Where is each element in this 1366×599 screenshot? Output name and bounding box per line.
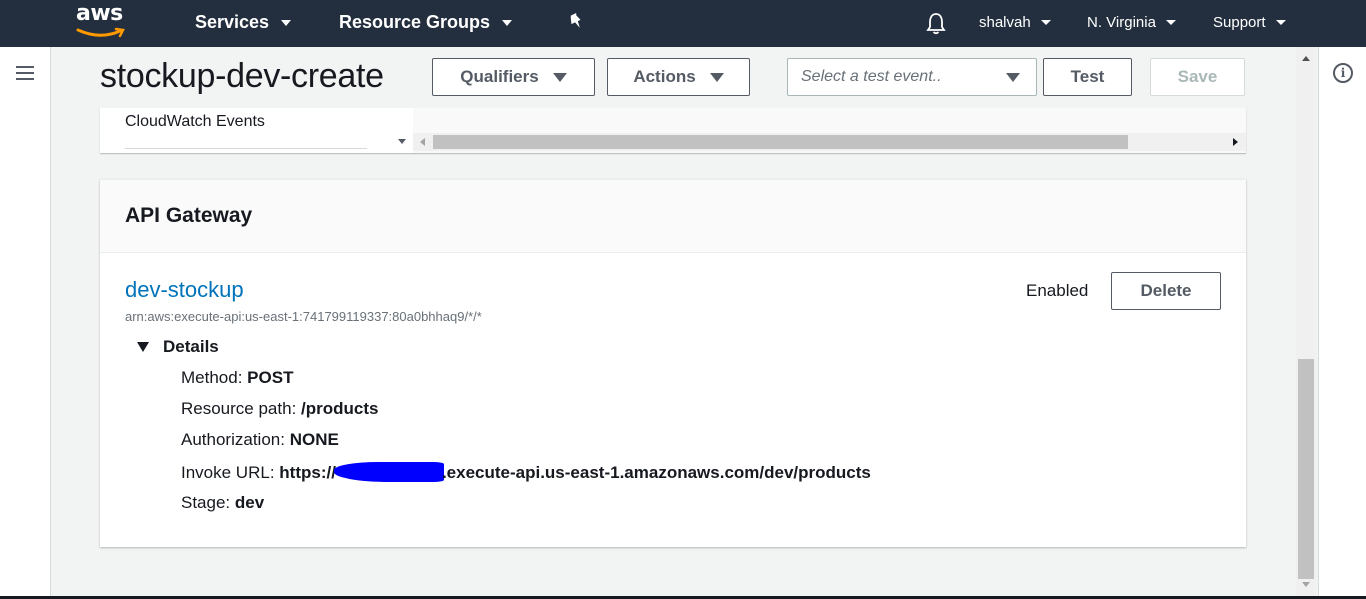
detail-resource-path: Resource path: /products <box>181 399 378 419</box>
scroll-left-icon[interactable] <box>420 138 425 146</box>
invoke-url-prefix: https:// <box>279 463 336 482</box>
actions-label: Actions <box>633 67 696 86</box>
right-sidebar: i <box>1318 47 1366 599</box>
qualifiers-dropdown[interactable]: Qualifiers <box>432 58 595 96</box>
list-scroll-down-icon[interactable] <box>398 139 406 144</box>
resource-groups-menu[interactable]: Resource Groups <box>339 12 513 33</box>
panel-header: API Gateway <box>100 180 1246 253</box>
aws-smile-icon <box>76 27 125 38</box>
caret-down-icon <box>709 72 724 82</box>
invoke-url-suffix: .execute-api.us-east-1.amazonaws.com/dev… <box>441 463 871 482</box>
resource-groups-label: Resource Groups <box>339 12 491 32</box>
stage-label: Stage: <box>181 493 231 512</box>
services-menu[interactable]: Services <box>195 12 292 33</box>
delete-button[interactable]: Delete <box>1111 272 1221 310</box>
chevron-down-icon <box>1275 20 1286 25</box>
left-sidebar <box>0 47 51 599</box>
detail-authorization: Authorization: NONE <box>181 430 339 450</box>
user-menu[interactable]: shalvah <box>979 14 1051 31</box>
details-label: Details <box>163 337 219 356</box>
support-label: Support <box>1213 14 1266 31</box>
chevron-down-icon <box>1165 20 1176 25</box>
aws-logo[interactable]: aws <box>74 1 130 41</box>
invoke-url-label: Invoke URL: <box>181 463 275 482</box>
divider <box>125 148 367 149</box>
detail-stage: Stage: dev <box>181 493 264 513</box>
redaction-mark <box>333 462 444 482</box>
resource-path-label: Resource path: <box>181 399 297 418</box>
pin-icon[interactable] <box>567 13 585 33</box>
status-text: Enabled <box>1026 281 1089 300</box>
trigger-list: CloudWatch Events <box>100 108 392 153</box>
caret-down-icon <box>552 72 567 82</box>
resource-path-value: /products <box>301 399 379 418</box>
method-label: Method: <box>181 368 243 387</box>
services-label: Services <box>195 12 270 32</box>
chevron-down-icon <box>1040 20 1051 25</box>
vertical-scrollbar[interactable] <box>1296 47 1316 596</box>
scroll-right-icon[interactable] <box>1233 138 1238 146</box>
aws-logo-text: aws <box>76 1 123 26</box>
save-button[interactable]: Save <box>1150 58 1245 96</box>
top-navigation-bar: aws Services Resource Groups shalvah N. … <box>0 0 1366 47</box>
trigger-item-cloudwatch-events[interactable]: CloudWatch Events <box>125 113 265 131</box>
test-event-select[interactable]: Select a test event.. <box>787 58 1037 96</box>
api-gateway-panel: API Gateway dev-stockup arn:aws:execute-… <box>100 179 1246 547</box>
stage-value: dev <box>234 493 265 512</box>
qualifiers-label: Qualifiers <box>460 67 539 86</box>
authorization-label: Authorization: <box>181 430 285 449</box>
detail-invoke-url: Invoke URL: https:// .execute-api.us-east… <box>181 462 871 483</box>
designer-panel: CloudWatch Events <box>100 108 1246 153</box>
actions-dropdown[interactable]: Actions <box>607 58 750 96</box>
authorization-value: NONE <box>289 430 339 449</box>
bell-icon[interactable] <box>925 11 947 35</box>
panel-title: API Gateway <box>125 204 253 227</box>
scroll-down-icon[interactable] <box>1302 582 1310 587</box>
test-button[interactable]: Test <box>1043 58 1132 96</box>
invoke-url-value[interactable]: https:// .execute-api.us-east-1.amazonaws… <box>279 462 871 482</box>
api-arn: arn:aws:execute-api:us-east-1:7417991193… <box>125 309 482 324</box>
info-icon[interactable]: i <box>1333 63 1353 83</box>
details-toggle[interactable]: Details <box>137 337 219 357</box>
horizontal-scrollbar[interactable] <box>413 133 1246 151</box>
api-name-link[interactable]: dev-stockup <box>125 277 244 303</box>
detail-method: Method: POST <box>181 368 293 388</box>
scrollbar-thumb[interactable] <box>1298 359 1314 579</box>
function-name-title: stockup-dev-create <box>100 57 384 95</box>
method-value: POST <box>247 368 294 387</box>
test-event-placeholder: Select a test event.. <box>801 68 942 85</box>
horizontal-scrollbar-thumb[interactable] <box>433 135 1128 149</box>
caret-down-icon <box>137 342 149 352</box>
chevron-down-icon <box>281 19 292 26</box>
caret-down-icon <box>1006 72 1020 82</box>
support-menu[interactable]: Support <box>1213 14 1286 31</box>
user-label: shalvah <box>979 14 1031 31</box>
hamburger-icon[interactable] <box>16 66 34 80</box>
chevron-down-icon <box>502 19 513 26</box>
scroll-up-icon[interactable] <box>1302 56 1310 61</box>
region-label: N. Virginia <box>1087 14 1156 31</box>
region-menu[interactable]: N. Virginia <box>1087 14 1176 31</box>
